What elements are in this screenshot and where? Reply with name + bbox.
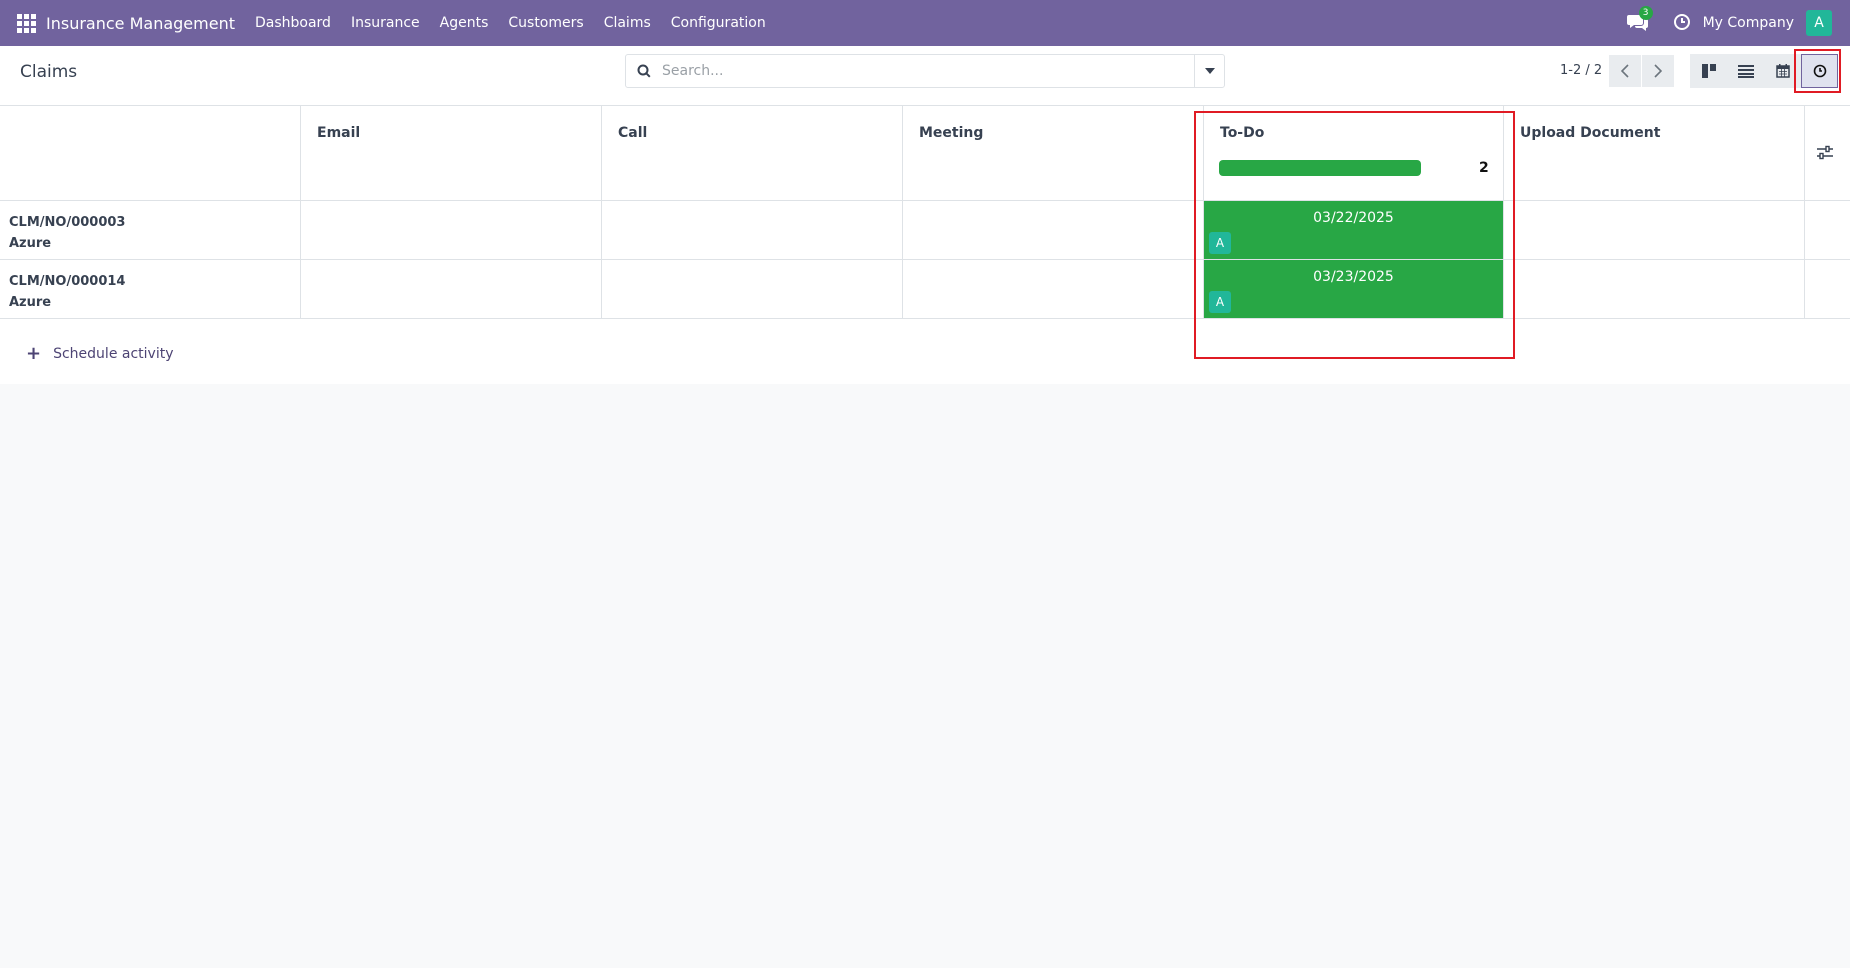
row-end-cell xyxy=(1805,260,1850,319)
todo-date: 03/23/2025 xyxy=(1313,269,1394,285)
pager-previous-button[interactable] xyxy=(1609,55,1641,87)
pager-value[interactable]: 1-2 / 2 xyxy=(1560,63,1602,78)
schedule-activity-label: Schedule activity xyxy=(53,345,174,362)
column-label-todo: To-Do xyxy=(1220,125,1265,141)
record-row-2[interactable]: CLM/NO/000014 Azure xyxy=(0,260,301,319)
column-header-meeting: Meeting xyxy=(903,106,1204,201)
menu-claims[interactable]: Claims xyxy=(594,0,661,46)
app-title[interactable]: Insurance Management xyxy=(46,14,235,33)
search-options-toggle[interactable] xyxy=(1194,55,1224,87)
user-avatar[interactable]: A xyxy=(1806,10,1832,36)
kanban-view-button[interactable] xyxy=(1690,54,1727,88)
navbar-systray: 3 My Company A xyxy=(1626,0,1850,46)
column-label-call: Call xyxy=(618,125,648,141)
activity-view-icon xyxy=(1813,64,1826,78)
assignee-avatar: A xyxy=(1209,291,1231,313)
menu-configuration[interactable]: Configuration xyxy=(661,0,776,46)
record-customer: Azure xyxy=(9,236,52,251)
meeting-cell[interactable] xyxy=(903,260,1204,319)
activity-view-button[interactable] xyxy=(1801,54,1838,88)
call-cell[interactable] xyxy=(602,201,903,260)
todo-date: 03/22/2025 xyxy=(1313,210,1394,226)
list-view-button[interactable] xyxy=(1727,54,1764,88)
menu-dashboard[interactable]: Dashboard xyxy=(245,0,341,46)
column-header-todo: To-Do xyxy=(1204,106,1504,201)
calendar-view-icon xyxy=(1775,64,1790,78)
record-name: CLM/NO/000014 xyxy=(9,274,126,289)
column-label-upload-document: Upload Document xyxy=(1520,125,1661,141)
chat-badge: 3 xyxy=(1638,6,1653,20)
email-cell[interactable] xyxy=(301,260,602,319)
chevron-left-icon xyxy=(1621,64,1629,78)
search-input[interactable] xyxy=(662,55,1194,87)
column-label-email: Email xyxy=(317,125,361,141)
todo-progress-bar[interactable] xyxy=(1219,160,1421,176)
column-label-meeting: Meeting xyxy=(919,125,984,141)
column-header-call: Call xyxy=(602,106,903,201)
control-panel: Claims 1-2 / 2 xyxy=(0,46,1850,106)
menu-agents[interactable]: Agents xyxy=(430,0,499,46)
record-row-1[interactable]: CLM/NO/000003 Azure xyxy=(0,201,301,260)
chevron-right-icon xyxy=(1654,64,1662,78)
todo-activity-cell[interactable]: 03/22/2025 A xyxy=(1204,201,1503,259)
assignee-avatar: A xyxy=(1209,232,1231,254)
activity-clock-icon[interactable] xyxy=(1673,13,1693,33)
search-icon xyxy=(626,55,662,87)
chat-icon[interactable]: 3 xyxy=(1626,6,1653,33)
calendar-view-button[interactable] xyxy=(1764,54,1801,88)
email-cell[interactable] xyxy=(301,201,602,260)
kanban-view-icon xyxy=(1701,64,1716,78)
todo-activity-cell[interactable]: 03/23/2025 A xyxy=(1204,260,1503,318)
record-name: CLM/NO/000003 xyxy=(9,215,126,230)
plus-icon: + xyxy=(26,343,42,364)
column-settings-icon[interactable] xyxy=(1816,145,1834,161)
record-customer: Azure xyxy=(9,295,52,310)
column-header-upload-document: Upload Document xyxy=(1504,106,1805,201)
list-view-icon xyxy=(1737,64,1754,78)
top-navbar: Insurance Management Dashboard Insurance… xyxy=(0,0,1850,46)
upload-document-cell[interactable] xyxy=(1504,201,1805,260)
meeting-cell[interactable] xyxy=(903,201,1204,260)
menu-customers[interactable]: Customers xyxy=(498,0,593,46)
row-end-cell xyxy=(1805,201,1850,260)
todo-count: 2 xyxy=(1479,160,1489,176)
search-bar xyxy=(625,54,1225,88)
caret-down-icon xyxy=(1204,68,1215,74)
schedule-activity-button[interactable]: + Schedule activity xyxy=(26,343,173,364)
call-cell[interactable] xyxy=(602,260,903,319)
upload-document-cell[interactable] xyxy=(1504,260,1805,319)
pager-next-button[interactable] xyxy=(1642,55,1674,87)
company-switcher[interactable]: My Company xyxy=(1703,15,1794,31)
activity-grid: Email Call Meeting To-Do Upload Document… xyxy=(0,106,1850,384)
column-header-email: Email xyxy=(301,106,602,201)
record-header-cell xyxy=(0,106,301,201)
apps-menu-icon[interactable] xyxy=(17,13,36,33)
menu-insurance[interactable]: Insurance xyxy=(341,0,430,46)
page-title: Claims xyxy=(20,62,78,82)
